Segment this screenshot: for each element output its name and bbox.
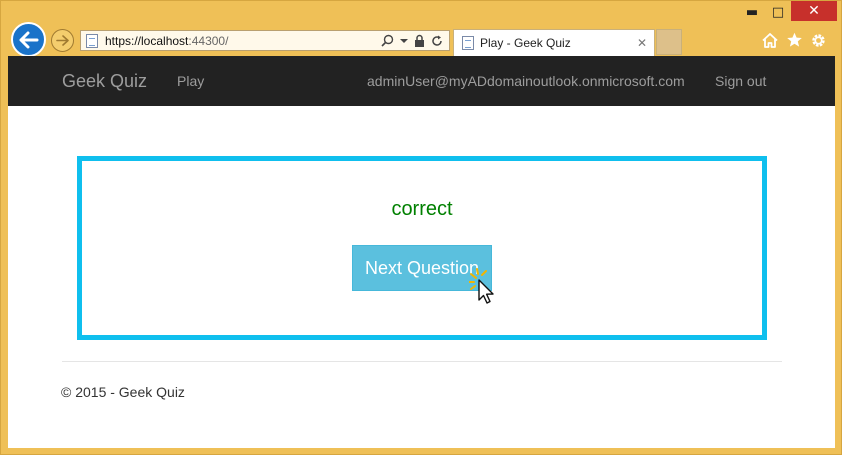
nav-play-link[interactable]: Play [177, 73, 204, 89]
arrow-right-icon [56, 35, 69, 46]
gear-icon[interactable] [808, 30, 828, 50]
address-bar[interactable]: https://localhost:44300/ [80, 30, 450, 51]
navbar: Geek Quiz Play adminUser@myADdomainoutlo… [8, 56, 835, 106]
url-port: :44300/ [188, 33, 229, 48]
mouse-cursor-icon [469, 268, 494, 304]
close-window-button[interactable]: ✕ [791, 1, 837, 21]
back-button[interactable] [11, 22, 46, 57]
quiz-panel: correct Next Question [77, 156, 767, 340]
refresh-icon[interactable] [431, 35, 443, 47]
tab-close-icon[interactable]: ✕ [637, 36, 647, 50]
dropdown-arrow-icon[interactable] [400, 38, 408, 44]
sign-out-link[interactable]: Sign out [715, 73, 766, 89]
tab-page-icon [462, 36, 474, 50]
minimize-button[interactable]: ▬ [739, 1, 765, 23]
answer-result: correct [391, 198, 453, 220]
star-icon[interactable] [784, 30, 804, 50]
tab-title: Play - Geek Quiz [480, 36, 571, 50]
page-viewport: Geek Quiz Play adminUser@myADdomainoutlo… [8, 56, 835, 448]
arrow-left-icon [19, 31, 38, 48]
url-host: https://localhost [105, 33, 189, 48]
brand-link[interactable]: Geek Quiz [62, 71, 147, 92]
browser-window: ▬ □ ✕ https://localhost:44300/ Play - G… [0, 0, 842, 455]
footer-copyright: © 2015 - Geek Quiz [61, 384, 185, 400]
tab-play-geek-quiz[interactable]: Play - Geek Quiz ✕ [453, 29, 655, 56]
footer-divider [62, 361, 782, 362]
lock-icon[interactable] [414, 34, 425, 47]
maximize-button[interactable]: □ [765, 1, 791, 23]
new-tab-button[interactable] [656, 29, 682, 55]
home-icon[interactable] [760, 30, 780, 50]
nav-user-link[interactable]: adminUser@myADdomainoutlook.onmicrosoft.… [367, 73, 685, 89]
forward-button[interactable] [51, 29, 74, 52]
search-icon[interactable] [381, 34, 394, 47]
page-icon [86, 33, 98, 48]
